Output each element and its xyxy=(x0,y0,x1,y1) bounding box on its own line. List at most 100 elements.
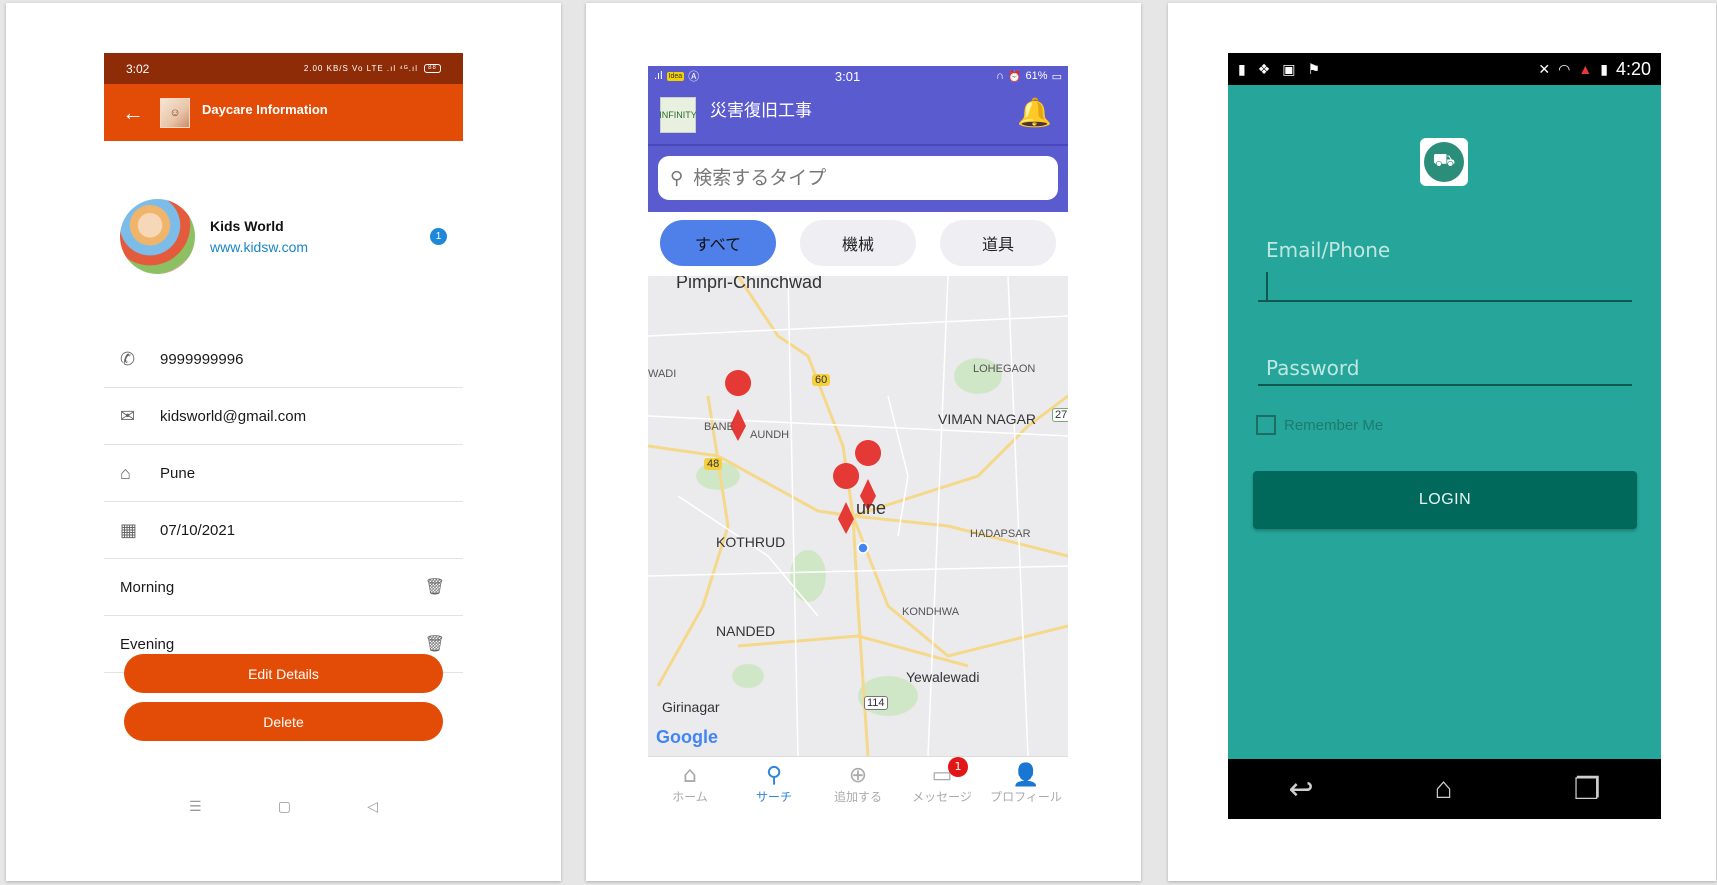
status-time: 4:20 xyxy=(1615,58,1651,79)
road-badge: 27 xyxy=(1052,408,1068,422)
edit-details-button[interactable]: Edit Details xyxy=(124,654,443,693)
tab-search[interactable]: ⚲ サーチ xyxy=(732,757,816,811)
menu-icon[interactable]: ☰ xyxy=(189,798,202,815)
calendar-icon: ▦ xyxy=(120,519,138,540)
road-badge: 48 xyxy=(704,458,723,470)
address-value: Pune xyxy=(160,464,196,482)
status-time: 3:02 xyxy=(126,61,150,76)
contact-list: ✆ 9999999996 ✉ kidsworld@gmail.com ⌂ Pun… xyxy=(104,331,463,673)
tab-add[interactable]: ⊕ 追加する xyxy=(816,757,900,811)
map-label: Pimpri-Chinchwad xyxy=(676,276,823,292)
remember-me-checkbox[interactable] xyxy=(1256,415,1276,435)
status-indicators-right: ✕ ◠ ▲ ▮ 4:20 xyxy=(1538,59,1651,80)
search-area: ⚲ xyxy=(648,144,1068,212)
daycare-phone-screen: 3:02 2.00 KB/S Vo LTE .ıl ⁴ᴳ.ıl 88 ← ☺ D… xyxy=(104,53,463,833)
tab-messages[interactable]: ▭ 1 メッセージ xyxy=(900,757,984,811)
battery-icon: ▭ xyxy=(1051,70,1062,83)
date-row[interactable]: ▦ 07/10/2021 xyxy=(104,502,463,559)
time-slot-row: Morning 🗑 xyxy=(104,559,463,616)
headset-icon: ∩ xyxy=(995,70,1004,82)
login-phone-screen: ▮ ❖ ▣ ⚑ ✕ ◠ ▲ ▮ 4:20 ⛟ Email/Phone Passw… xyxy=(1228,53,1661,819)
tab-label: メッセージ xyxy=(912,789,972,804)
daycare-website-link[interactable]: www.kidsw.com xyxy=(210,239,430,255)
password-label: Password xyxy=(1266,356,1360,380)
add-circle-icon: ⊕ xyxy=(848,762,868,788)
remember-me-toggle[interactable]: Remember Me xyxy=(1256,415,1383,435)
back-triangle-icon[interactable]: ◁ xyxy=(367,798,378,815)
bottom-tab-bar: ⌂ ホーム ⚲ サーチ ⊕ 追加する ▭ 1 メッセージ 👤 プロフィール xyxy=(648,756,1068,811)
daycare-logo: ☺ xyxy=(160,97,190,128)
email-row[interactable]: ✉ kidsworld@gmail.com xyxy=(104,388,463,445)
chip-machines[interactable]: 機械 xyxy=(800,220,916,266)
map-label: HADAPSAR xyxy=(970,528,1031,540)
battery-icon: ▮ xyxy=(1600,60,1608,77)
trash-icon[interactable]: 🗑 xyxy=(425,577,445,597)
app-logo: ⛟ xyxy=(1420,138,1468,186)
time-slot-label: Evening xyxy=(120,635,175,653)
remember-me-label: Remember Me xyxy=(1284,416,1384,434)
app-logo: INFINITY xyxy=(659,97,697,133)
map-label: KONDHWA xyxy=(902,606,960,618)
map-label: LOHEGAON xyxy=(973,363,1036,375)
map-label: KOTHRUD xyxy=(716,534,786,550)
daycare-name: Kids World xyxy=(210,217,284,234)
app-icon: Ⓐ xyxy=(688,71,700,83)
login-button[interactable]: LOGIN xyxy=(1253,471,1637,529)
flag-icon: ⚑ xyxy=(1307,60,1321,77)
status-bar: 3:02 2.00 KB/S Vo LTE .ıl ⁴ᴳ.ıl 88 xyxy=(104,53,463,84)
person-icon: 👤 xyxy=(1012,762,1040,788)
home-square-icon[interactable]: ▢ xyxy=(278,798,291,815)
carrier-icon: Idea xyxy=(666,71,685,81)
wifi-icon: ◠ xyxy=(1558,60,1571,77)
status-indicators-left: .ıl Idea Ⓐ xyxy=(654,68,699,84)
page-title: Daycare Information xyxy=(202,102,328,117)
status-indicators-left: ▮ ❖ ▣ ⚑ xyxy=(1238,61,1320,78)
filter-chips: すべて 機械 道具 xyxy=(648,212,1068,274)
tab-home[interactable]: ⌂ ホーム xyxy=(648,757,732,811)
map-label: NANDED xyxy=(716,623,776,639)
time-slot-label: Morning xyxy=(120,578,175,596)
map-view[interactable]: Pimpri-Chinchwad WADI BANE AUNDH LOHEGAO… xyxy=(648,276,1068,756)
password-field[interactable]: Password xyxy=(1258,356,1632,386)
google-logo: Google xyxy=(656,727,718,747)
delete-button[interactable]: Delete xyxy=(124,702,443,741)
back-icon[interactable]: ↩ xyxy=(1288,772,1313,807)
dropbox-icon: ❖ xyxy=(1257,60,1271,77)
tab-label: サーチ xyxy=(755,789,792,804)
warning-icon: ▲ xyxy=(1578,61,1593,77)
search-input[interactable] xyxy=(693,167,994,189)
alarm-icon: ⏰ xyxy=(1007,70,1022,83)
tab-profile[interactable]: 👤 プロフィール xyxy=(984,757,1068,811)
network-indicators: 2.00 KB/S Vo LTE .ıl ⁴ᴳ.ıl xyxy=(303,64,418,73)
email-value: kidsworld@gmail.com xyxy=(160,407,307,425)
recent-apps-icon[interactable]: ❐ xyxy=(1574,772,1601,807)
chip-tools[interactable]: 道具 xyxy=(940,220,1056,266)
email-underline xyxy=(1258,300,1632,302)
system-nav-bar: ☰ ▢ ◁ xyxy=(189,798,378,815)
home-icon[interactable]: ⌂ xyxy=(1435,772,1453,806)
phone-row[interactable]: ✆ 9999999996 xyxy=(104,331,463,388)
screenshot-card-login: ▮ ❖ ▣ ⚑ ✕ ◠ ▲ ▮ 4:20 ⛟ Email/Phone Passw… xyxy=(1168,3,1716,881)
status-time: 3:01 xyxy=(834,68,861,84)
address-row[interactable]: ⌂ Pune xyxy=(104,445,463,502)
screenshot-card-map: .ıl Idea Ⓐ 3:01 ∩ ⏰ 61% ▭ INFINITY 災害復旧工… xyxy=(586,3,1141,881)
bell-icon[interactable]: 🔔 xyxy=(1017,96,1052,129)
system-nav-bar: ↩ ⌂ ❐ xyxy=(1228,759,1661,819)
chip-all[interactable]: すべて xyxy=(660,220,776,266)
date-value: 07/10/2021 xyxy=(160,521,236,539)
email-label: Email/Phone xyxy=(1266,238,1391,262)
home-icon: ⌂ xyxy=(683,762,697,788)
search-box[interactable]: ⚲ xyxy=(658,156,1058,200)
map-label: BANE xyxy=(704,421,734,433)
arrow-back-icon[interactable]: ← xyxy=(122,100,160,126)
app-bar: INFINITY 災害復旧工事 🔔 xyxy=(648,86,1068,144)
home-icon: ⌂ xyxy=(120,462,131,483)
map-label: AUNDH xyxy=(750,429,790,441)
page-title: 災害復旧工事 xyxy=(710,100,812,120)
road-badge: 114 xyxy=(864,696,888,710)
mute-icon: ✕ xyxy=(1538,60,1551,77)
sim-icon: ▮ xyxy=(1238,60,1246,77)
trash-icon[interactable]: 🗑 xyxy=(425,634,445,654)
email-field[interactable]: Email/Phone xyxy=(1258,238,1632,302)
map-label: Yewalewadi xyxy=(906,669,980,685)
